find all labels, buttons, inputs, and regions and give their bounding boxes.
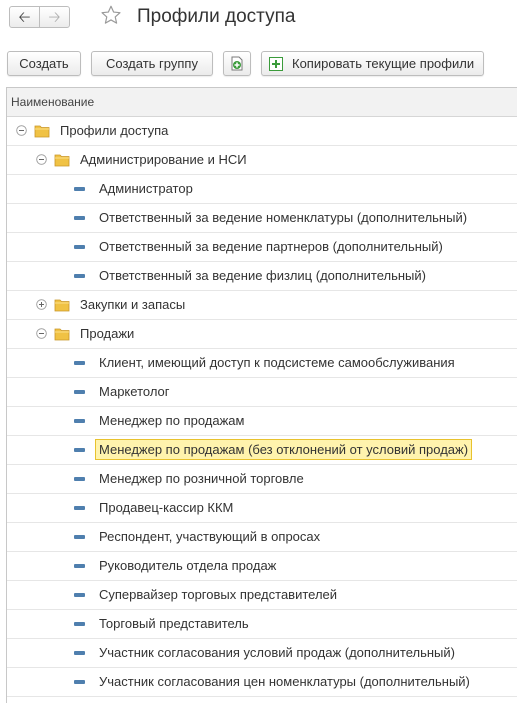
collapse-icon[interactable] — [36, 328, 47, 339]
folder-label: Профили доступа — [60, 123, 169, 138]
tree-row[interactable]: Администрирование и НСИ — [7, 146, 517, 175]
add-copy-icon — [269, 56, 283, 71]
column-header-name[interactable]: Наименование — [7, 88, 517, 117]
tree-row[interactable]: Руководитель отдела продаж — [7, 552, 517, 581]
item-label: Продавец-кассир ККМ — [99, 500, 234, 515]
star-icon[interactable] — [99, 3, 123, 27]
expand-icon[interactable] — [36, 299, 47, 310]
arrow-right-icon: 🡢 — [48, 8, 61, 26]
collapse-icon[interactable] — [16, 125, 27, 136]
item-label: Ответственный за ведение партнеров (допо… — [99, 239, 443, 254]
tree-row[interactable]: Супервайзер торговых представителей — [7, 581, 517, 610]
profile-item-icon — [74, 477, 85, 481]
item-label: Участник согласования цен номенклатуры (… — [99, 674, 470, 689]
tree-row[interactable]: Ответственный за ведение номенклатуры (д… — [7, 204, 517, 233]
item-label: Ответственный за ведение физлиц (дополни… — [99, 268, 426, 283]
tree-row[interactable]: Закупки и запасы — [7, 291, 517, 320]
profile-item-icon — [74, 622, 85, 626]
item-label: Менеджер по продажам — [99, 413, 245, 428]
profile-item-icon — [74, 535, 85, 539]
tree-row[interactable]: Ответственный за ведение физлиц (дополни… — [7, 262, 517, 291]
copy-document-button[interactable] — [223, 51, 251, 76]
tree-row[interactable]: Продажи — [7, 320, 517, 349]
selected-item-label: Менеджер по продажам (без отклонений от … — [95, 439, 473, 460]
copy-current-profiles-button[interactable]: Копировать текущие профили — [261, 51, 484, 76]
item-label: Ответственный за ведение номенклатуры (д… — [99, 210, 468, 225]
profile-item-icon — [74, 245, 85, 249]
create-group-button[interactable]: Создать группу — [91, 51, 213, 76]
folder-icon — [54, 298, 70, 312]
header: 🡠 🡢 Профили доступа — [0, 0, 517, 40]
profile-item-icon — [74, 651, 85, 655]
create-button[interactable]: Создать — [7, 51, 81, 76]
profile-item-icon — [74, 216, 85, 220]
tree-row[interactable]: Продавец-кассир ККМ — [7, 494, 517, 523]
tree-row[interactable]: Менеджер по розничной торговле — [7, 465, 517, 494]
tree-row[interactable]: Участник согласования цен номенклатуры (… — [7, 668, 517, 697]
page-title: Профили доступа — [137, 6, 296, 27]
tree-row[interactable]: Администратор — [7, 175, 517, 204]
table-body: Профили доступа Администрирование и НСИ Ад… — [7, 117, 517, 697]
folder-label: Администрирование и НСИ — [80, 152, 247, 167]
item-label: Участник согласования условий продаж (до… — [99, 645, 455, 660]
forward-button[interactable]: 🡢 — [39, 6, 70, 28]
item-label: Администратор — [99, 181, 193, 196]
tree-row[interactable]: Респондент, участвующий в опросах — [7, 523, 517, 552]
profile-item-icon — [74, 680, 85, 684]
profile-item-icon — [74, 274, 85, 278]
item-label: Маркетолог — [99, 384, 170, 399]
tree-row[interactable]: Торговый представитель — [7, 610, 517, 639]
item-label: Руководитель отдела продаж — [99, 558, 277, 573]
profile-item-icon — [74, 187, 85, 191]
copy-current-profiles-label: Копировать текущие профили — [292, 56, 475, 71]
profile-item-icon — [74, 506, 85, 510]
item-label: Клиент, имеющий доступ к подсистеме само… — [99, 355, 455, 370]
folder-icon — [34, 124, 50, 138]
item-label: Менеджер по розничной торговле — [99, 471, 304, 486]
folder-icon — [54, 153, 70, 167]
copy-document-icon — [231, 56, 243, 71]
tree-row[interactable]: Маркетолог — [7, 378, 517, 407]
tree-row[interactable]: Ответственный за ведение партнеров (допо… — [7, 233, 517, 262]
arrow-left-icon: 🡠 — [18, 8, 31, 26]
folder-label: Продажи — [80, 326, 135, 341]
tree-row[interactable]: Менеджер по продажам — [7, 407, 517, 436]
folder-icon — [54, 327, 70, 341]
tree-row[interactable]: Участник согласования условий продаж (до… — [7, 639, 517, 668]
profile-item-icon — [74, 361, 85, 365]
folder-label: Закупки и запасы — [80, 297, 186, 312]
profiles-table: Наименование Профили доступа Администриро… — [6, 87, 517, 703]
item-label: Респондент, участвующий в опросах — [99, 529, 321, 544]
profile-item-icon — [74, 564, 85, 568]
item-label: Супервайзер торговых представителей — [99, 587, 338, 602]
tree-row[interactable]: Профили доступа — [7, 117, 517, 146]
item-label: Торговый представитель — [99, 616, 249, 631]
back-button[interactable]: 🡠 — [9, 6, 40, 28]
tree-row[interactable]: Клиент, имеющий доступ к подсистеме само… — [7, 349, 517, 378]
profile-item-icon — [74, 593, 85, 597]
tree-row[interactable]: Менеджер по продажам (без отклонений от … — [7, 436, 517, 465]
profile-item-icon — [74, 448, 85, 452]
collapse-icon[interactable] — [36, 154, 47, 165]
profile-item-icon — [74, 390, 85, 394]
profile-item-icon — [74, 419, 85, 423]
